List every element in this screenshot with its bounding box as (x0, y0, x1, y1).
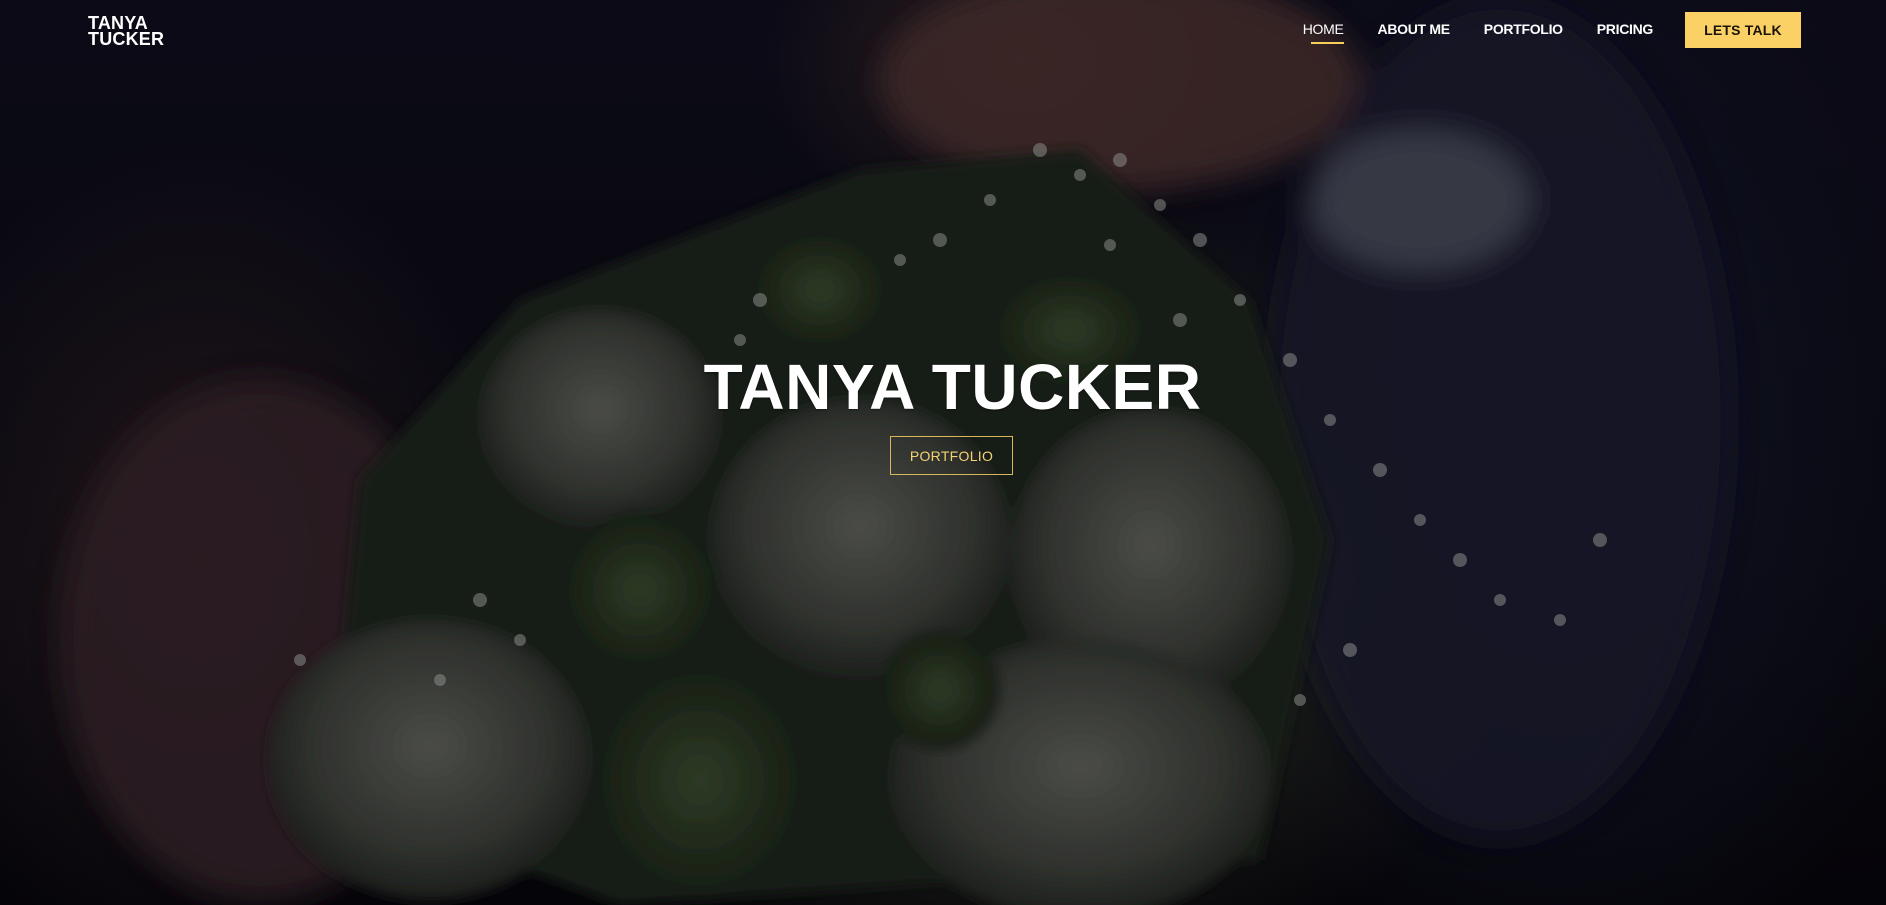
nav-item-pricing[interactable]: PRICING (1597, 21, 1654, 43)
top-navigation: TANYA TUCKER HOME ABOUT ME PORTFOLIO PRI… (0, 0, 1886, 60)
nav-item-about-me[interactable]: ABOUT ME (1378, 21, 1451, 43)
nav-item-home[interactable]: HOME (1303, 21, 1344, 44)
hero-section: TANYA TUCKER HOME ABOUT ME PORTFOLIO PRI… (0, 0, 1886, 905)
lets-talk-button[interactable]: LETS TALK (1685, 12, 1801, 48)
nav-menu: HOME ABOUT ME PORTFOLIO PRICING (1269, 21, 1654, 44)
nav-item-portfolio[interactable]: PORTFOLIO (1484, 21, 1563, 43)
hero-title: TANYA TUCKER (703, 351, 1202, 423)
site-logo[interactable]: TANYA TUCKER (88, 14, 165, 49)
logo-line-2: TUCKER (88, 29, 165, 49)
portfolio-button[interactable]: PORTFOLIO (890, 436, 1013, 475)
